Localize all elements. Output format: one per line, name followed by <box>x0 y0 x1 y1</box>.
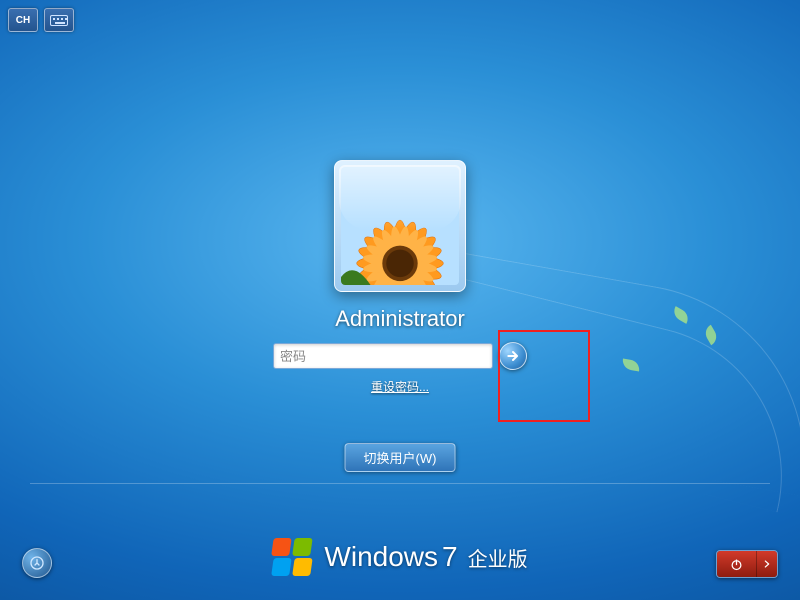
windows-branding: Windows 7 企业版 <box>272 536 527 578</box>
windows-logo-icon <box>272 536 314 578</box>
brand-version: 7 <box>442 541 458 573</box>
flower-icon <box>341 167 459 285</box>
brand-edition: 企业版 <box>468 543 528 572</box>
on-screen-keyboard-button[interactable] <box>44 8 74 32</box>
ease-of-access-button[interactable] <box>22 548 52 578</box>
ime-language-label: CH <box>16 15 30 26</box>
power-icon <box>729 557 744 572</box>
reset-password-link[interactable]: 重设密码... <box>371 378 429 395</box>
ime-language-button[interactable]: CH <box>8 8 38 32</box>
user-avatar <box>334 160 466 292</box>
password-input[interactable] <box>273 343 493 369</box>
power-options-button[interactable] <box>757 551 777 577</box>
power-button[interactable] <box>717 551 757 577</box>
submit-button[interactable] <box>499 342 527 370</box>
background-decoration <box>702 325 720 346</box>
chevron-right-icon <box>762 559 772 569</box>
username-label: Administrator <box>335 306 465 332</box>
background-decoration <box>621 359 640 372</box>
divider <box>30 483 770 484</box>
background-decoration <box>671 306 692 324</box>
accessibility-icon <box>29 555 45 571</box>
arrow-right-icon <box>505 348 521 364</box>
brand-name: Windows <box>324 541 438 573</box>
keyboard-icon <box>50 15 68 26</box>
switch-user-button[interactable]: 切换用户(W) <box>345 443 456 472</box>
